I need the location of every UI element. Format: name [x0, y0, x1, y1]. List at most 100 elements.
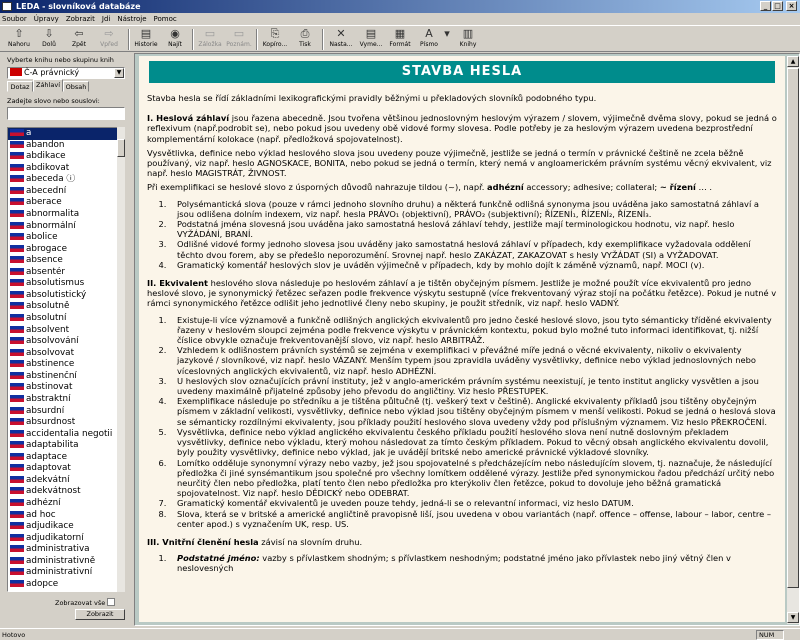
show-all-row[interactable]: Zobrazovat vše — [55, 598, 116, 607]
print-button[interactable]: ⎙ Tisk — [292, 27, 318, 52]
book-select[interactable]: Č-A právnický ▼ — [7, 67, 125, 79]
find-button[interactable]: ◉ Najít — [162, 27, 188, 52]
print-icon: ⎙ — [300, 27, 310, 40]
font-button[interactable]: A Písmo — [416, 27, 442, 52]
list-item[interactable]: abeceda ⓘ — [8, 174, 124, 186]
list-item[interactable]: a — [8, 128, 124, 140]
list-item: Exemplifikace následuje po středníku a j… — [169, 396, 777, 427]
chevron-down-icon: ▾ — [444, 27, 450, 40]
font-dropdown-button[interactable]: ▾ — [442, 27, 452, 52]
search-input[interactable] — [7, 107, 125, 120]
list-item[interactable]: adaptace — [8, 452, 124, 464]
down-button[interactable]: ⇩ Dolů — [34, 27, 64, 52]
format-button[interactable]: ▦ Formát — [387, 27, 413, 52]
toolbar-separator — [128, 29, 130, 50]
list-item[interactable]: aberace — [8, 197, 124, 209]
list-item[interactable]: absurdní — [8, 406, 124, 418]
menu-zobrazit[interactable]: Zobrazit — [66, 15, 95, 23]
list-item[interactable]: abstinovat — [8, 382, 124, 394]
history-button[interactable]: ▤ Historie — [132, 27, 160, 52]
menu-bar: Soubor Úpravy Zobrazit Jdi Nástroje Pomoc — [0, 13, 800, 24]
section-3-paragraph: III. Vnitřní členění hesla závisí na slo… — [147, 536, 363, 547]
menu-soubor[interactable]: Soubor — [2, 15, 27, 23]
app-icon — [2, 2, 12, 11]
menu-upravy[interactable]: Úpravy — [34, 15, 59, 23]
list-item[interactable]: adaptovat — [8, 463, 124, 475]
list-item[interactable]: absurdnost — [8, 417, 124, 429]
list-item[interactable]: abrogace — [8, 244, 124, 256]
list-item[interactable]: abstinenční — [8, 371, 124, 383]
show-all-checkbox[interactable] — [107, 598, 116, 606]
list-item[interactable]: adaptabilita — [8, 440, 124, 452]
flag-icon — [10, 441, 24, 449]
menu-nastroje[interactable]: Nástroje — [117, 15, 146, 23]
tab-dotaz[interactable]: Dotaz — [7, 81, 33, 92]
list-item[interactable]: adekvátní — [8, 475, 124, 487]
up-button[interactable]: ⇧ Nahoru — [4, 27, 34, 52]
menu-jdi[interactable]: Jdi — [102, 15, 110, 23]
list-item[interactable]: abandon — [8, 140, 124, 152]
scroll-down-icon[interactable]: ▼ — [787, 612, 799, 623]
list-item[interactable]: adjudikace — [8, 521, 124, 533]
list-item[interactable]: adhézní — [8, 498, 124, 510]
list-item[interactable]: abolice — [8, 232, 124, 244]
list-item[interactable]: ad hoc — [8, 510, 124, 522]
list-item[interactable]: abnormalita — [8, 209, 124, 221]
flag-icon — [10, 244, 24, 252]
article-scrollbar[interactable]: ▲ ▼ — [787, 56, 799, 624]
list-item[interactable]: abdikovat — [8, 163, 124, 175]
list-item[interactable]: administrativní — [8, 567, 124, 579]
list-item[interactable]: absence — [8, 255, 124, 267]
toolbar-separator — [322, 29, 324, 50]
tab-obsah[interactable]: Obsah — [63, 81, 89, 92]
list-item[interactable]: absentér — [8, 267, 124, 279]
bookmark-button[interactable]: ▭ Záložka — [196, 27, 224, 52]
list-item[interactable]: abstinence — [8, 359, 124, 371]
scroll-thumb[interactable] — [117, 139, 125, 157]
list-item: Vysvětlivka, definice nebo výklad anglic… — [169, 427, 777, 458]
flag-icon — [10, 314, 24, 321]
word-list-scrollbar[interactable] — [117, 127, 125, 592]
list-item[interactable]: administrativa — [8, 544, 124, 556]
word-list[interactable]: a abandon abdikace abdikovat abeceda ⓘ abeced… — [7, 127, 125, 592]
back-button[interactable]: ⇦ Zpět — [64, 27, 94, 52]
window-title: LEDA - slovníková databáze — [16, 2, 141, 11]
forward-button[interactable]: ⇨ Vpřed — [94, 27, 124, 52]
note-button[interactable]: ▭ Poznám. — [225, 27, 253, 52]
status-text: Hotovo — [2, 631, 26, 639]
books-button[interactable]: ▥ Knihy — [454, 27, 482, 52]
settings-button[interactable]: ✕ Nasta... — [326, 27, 356, 52]
list-item[interactable]: absolvování — [8, 336, 124, 348]
list-item[interactable]: absolvovat — [8, 348, 124, 360]
menu-pomoc[interactable]: Pomoc — [154, 15, 177, 23]
list-item[interactable]: abdikace — [8, 151, 124, 163]
list-item[interactable]: absolutně — [8, 301, 124, 313]
list-item[interactable]: abstraktní — [8, 394, 124, 406]
flag-icon — [10, 233, 24, 241]
tab-zahlavi[interactable]: Záhlaví — [33, 79, 63, 92]
list-item[interactable]: abecední — [8, 186, 124, 198]
copy-button[interactable]: ⎘ Kopíro... — [260, 27, 290, 52]
show-button[interactable]: Zobrazit — [75, 609, 125, 620]
list-item[interactable]: absolutismus — [8, 278, 124, 290]
list-item[interactable]: adjudikatorní — [8, 533, 124, 545]
list-item[interactable]: administrativně — [8, 556, 124, 568]
flag-icon — [10, 487, 24, 495]
close-button[interactable]: × — [786, 1, 797, 11]
flag-icon — [10, 129, 24, 136]
minimize-button[interactable]: _ — [760, 1, 771, 11]
list-item[interactable]: adekvátnost — [8, 486, 124, 498]
list-item[interactable]: adoptivní — [8, 591, 124, 592]
list-item[interactable]: absolutní — [8, 313, 124, 325]
clear-button[interactable]: ▤ Vyme... — [357, 27, 385, 52]
scroll-thumb[interactable] — [787, 68, 799, 588]
scroll-up-icon[interactable]: ▲ — [787, 56, 799, 67]
list-item[interactable]: absolutistický — [8, 290, 124, 302]
chevron-down-icon[interactable]: ▼ — [114, 68, 124, 78]
list-item[interactable]: absolvent — [8, 325, 124, 337]
list-item[interactable]: abnormální — [8, 221, 124, 233]
list-item[interactable]: accidentalia negotii — [8, 429, 124, 441]
list-item[interactable]: adopce — [8, 579, 124, 591]
list-item: Slova, která se v britské a americké ang… — [169, 509, 777, 529]
maximize-button[interactable]: □ — [772, 1, 783, 11]
